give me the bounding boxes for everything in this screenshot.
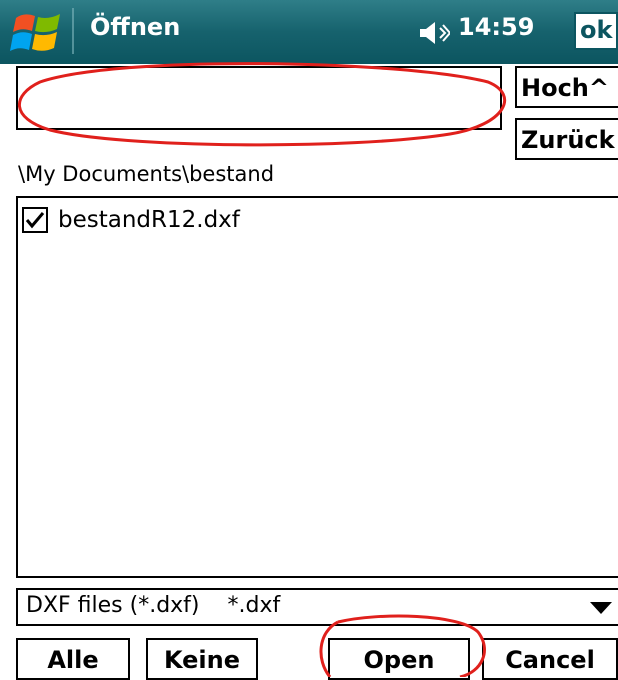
cancel-button[interactable]: Cancel: [482, 638, 618, 680]
checkmark-icon: [25, 212, 45, 229]
clock[interactable]: 14:59: [458, 13, 534, 41]
speaker-icon[interactable]: [418, 20, 450, 46]
window-title: Öffnen: [90, 13, 181, 41]
back-button[interactable]: Zurück: [515, 118, 618, 160]
select-all-button[interactable]: Alle: [16, 638, 130, 680]
select-none-button[interactable]: Keine: [146, 638, 258, 680]
file-list[interactable]: bestandR12.dxf: [16, 196, 618, 578]
list-item[interactable]: bestandR12.dxf: [22, 202, 240, 238]
file-type-value: DXF files (*.dxf) *.dxf: [26, 593, 281, 618]
dropdown-arrow-icon[interactable]: [590, 602, 612, 614]
file-name: bestandR12.dxf: [58, 207, 240, 233]
windows-logo-icon[interactable]: [10, 8, 66, 56]
current-path: \My Documents\bestand: [18, 162, 275, 186]
ok-button[interactable]: ok: [574, 12, 618, 50]
open-button[interactable]: Open: [328, 638, 470, 680]
up-folder-button[interactable]: Hoch^: [515, 66, 618, 108]
file-type-select[interactable]: DXF files (*.dxf) *.dxf: [16, 588, 618, 626]
title-bar: Öffnen 14:59 ok: [0, 0, 618, 64]
title-separator: [72, 8, 74, 54]
file-checkbox[interactable]: [22, 207, 48, 233]
filename-input[interactable]: [16, 66, 502, 130]
